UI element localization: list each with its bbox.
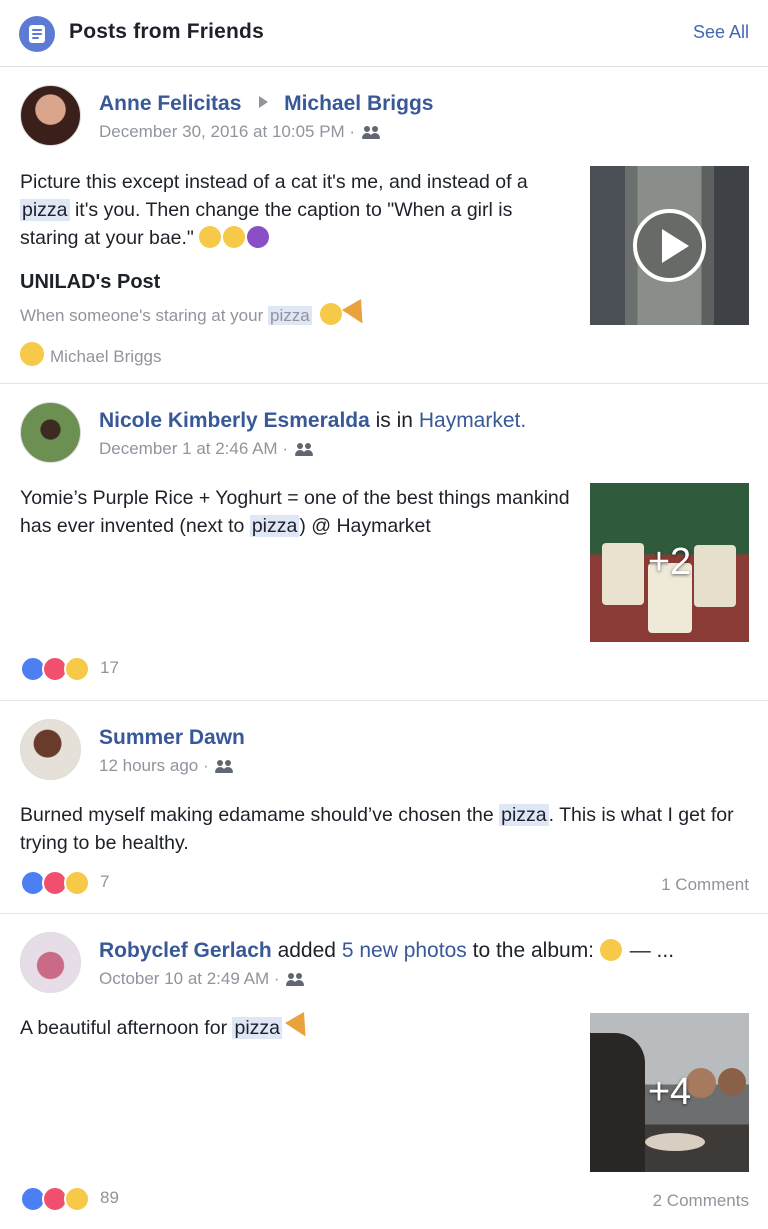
post-heading: Summer Dawn <box>99 726 245 750</box>
post-text-segment: Burned myself making edamame should’ve c… <box>20 804 500 826</box>
arrow-right-icon <box>259 96 269 108</box>
search-highlight: pizza <box>20 199 70 221</box>
see-all-link[interactable]: See All <box>693 22 749 43</box>
photos-link[interactable]: 5 new photos <box>342 939 467 962</box>
author-avatar[interactable] <box>20 402 81 463</box>
more-photos-count: +2 <box>647 541 692 583</box>
post-meta: October 10 at 2:49 AM · <box>99 969 306 989</box>
comments-link[interactable]: 2 Comments <box>653 1191 749 1211</box>
friends-audience-icon[interactable] <box>294 442 315 457</box>
post-text-segment: ) @ Haymarket <box>299 515 431 537</box>
author-avatar[interactable] <box>20 719 81 780</box>
post-card: Summer Dawn 12 hours ago · Burned myself… <box>0 701 768 914</box>
post-card: Anne Felicitas Michael Briggs December 3… <box>0 67 768 384</box>
post-text: A beautiful afternoon for pizza <box>20 1011 570 1043</box>
post-card: Robyclef Gerlach added 5 new photos to t… <box>0 914 768 1229</box>
reaction-summary[interactable]: 17 <box>20 656 140 682</box>
post-text: Picture this except instead of a cat it'… <box>20 168 570 252</box>
section-title: Posts from Friends <box>69 20 264 43</box>
search-highlight: pizza <box>267 306 312 325</box>
heading-connector: is in <box>375 409 413 432</box>
post-text: Burned myself making edamame should’ve c… <box>20 801 740 857</box>
post-heading: Robyclef Gerlach added 5 new photos to t… <box>99 939 674 963</box>
author-name-link[interactable]: Robyclef Gerlach <box>99 939 272 962</box>
laughing-emoji-icon <box>199 226 222 248</box>
devil-emoji-icon <box>247 226 270 248</box>
post-text-segment: Picture this except instead of a cat it'… <box>20 171 528 193</box>
post-timestamp[interactable]: October 10 at 2:49 AM · <box>99 969 279 988</box>
post-heading: Nicole Kimberly Esmeralda is in Haymarke… <box>99 409 526 433</box>
author-name-link[interactable]: Nicole Kimberly Esmeralda <box>99 409 370 432</box>
pizza-emoji-icon <box>342 298 373 330</box>
play-icon[interactable] <box>633 209 706 282</box>
post-meta: December 1 at 2:46 AM · <box>99 439 315 459</box>
friends-audience-icon[interactable] <box>286 972 306 987</box>
heading-ellipsis: — ... <box>629 939 675 962</box>
post-timestamp[interactable]: 12 hours ago · <box>99 756 209 775</box>
more-photos-count: +4 <box>647 1071 692 1113</box>
shared-post-caption: When someone's staring at your pizza <box>20 298 373 330</box>
section-header: Posts from Friends See All <box>0 0 768 67</box>
pizza-emoji-icon <box>285 1011 316 1043</box>
haha-reaction-icon <box>20 342 44 366</box>
reaction-count: 17 <box>100 658 119 677</box>
search-highlight: pizza <box>499 804 549 826</box>
search-highlight: pizza <box>249 515 300 537</box>
place-link[interactable]: Haymarket. <box>419 409 526 432</box>
smiley-emoji-icon <box>599 939 622 961</box>
friends-audience-icon[interactable] <box>361 125 382 140</box>
laughing-emoji-icon <box>320 303 343 325</box>
video-thumbnail[interactable] <box>590 166 749 325</box>
friends-audience-icon[interactable] <box>215 759 235 774</box>
caption-segment: When someone's staring at your <box>20 306 268 325</box>
search-highlight: pizza <box>232 1017 283 1039</box>
author-avatar[interactable] <box>20 85 81 146</box>
photo-thumbnail[interactable]: +4 <box>590 1013 749 1172</box>
target-name-link[interactable]: Michael Briggs <box>284 92 433 115</box>
post-timestamp[interactable]: December 1 at 2:46 AM · <box>99 439 288 458</box>
reaction-count: 7 <box>100 872 110 891</box>
post-text-segment: A beautiful afternoon for <box>20 1017 233 1039</box>
reaction-line: Michael Briggs <box>20 342 162 367</box>
post-heading: Anne Felicitas Michael Briggs <box>99 92 433 116</box>
wow-reaction-icon <box>64 1186 90 1212</box>
post-card: Nicole Kimberly Esmeralda is in Haymarke… <box>0 384 768 701</box>
reaction-count: 89 <box>100 1188 119 1207</box>
post-timestamp[interactable]: December 30, 2016 at 10:05 PM · <box>99 122 355 141</box>
heading-album-text: to the album: <box>472 939 595 962</box>
wow-reaction-icon <box>64 656 90 682</box>
comments-link[interactable]: 1 Comment <box>661 875 749 895</box>
author-avatar[interactable] <box>20 932 81 993</box>
heading-action: added <box>277 939 336 962</box>
shared-post-title[interactable]: UNILAD's Post <box>20 271 160 294</box>
photo-thumbnail[interactable]: +2 <box>590 483 749 642</box>
reaction-summary[interactable]: 7 <box>20 870 140 896</box>
smiling-emoji-icon <box>223 226 246 248</box>
reaction-summary[interactable]: 89 <box>20 1186 140 1212</box>
author-name-link[interactable]: Summer Dawn <box>99 726 245 749</box>
post-meta: 12 hours ago · <box>99 756 235 776</box>
haha-reaction-icon <box>64 870 90 896</box>
reactor-name[interactable]: Michael Briggs <box>50 347 162 366</box>
post-meta: December 30, 2016 at 10:05 PM · <box>99 122 382 142</box>
author-name-link[interactable]: Anne Felicitas <box>99 92 241 115</box>
posts-feed-icon <box>19 16 55 52</box>
post-text: Yomie’s Purple Rice + Yoghurt = one of t… <box>20 484 570 540</box>
